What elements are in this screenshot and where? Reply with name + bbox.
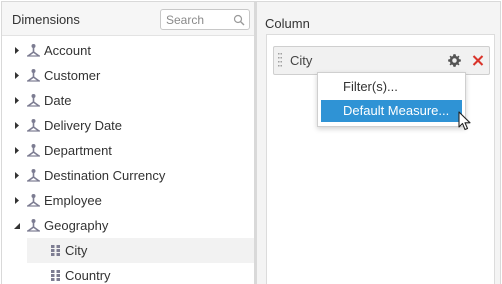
search-input[interactable] xyxy=(166,12,232,28)
pill-context-menu: Filter(s)... Default Measure... xyxy=(317,72,466,127)
tree-item-geography[interactable]: Geography xyxy=(2,213,254,238)
column-field-pill[interactable]: City xyxy=(273,46,490,75)
search-box[interactable] xyxy=(160,9,250,30)
tree-item-delivery-date[interactable]: Delivery Date xyxy=(2,113,254,138)
tree-item-label: City xyxy=(65,243,88,258)
grid-member-icon xyxy=(51,245,60,256)
tree-item-account[interactable]: Account xyxy=(2,38,254,63)
tree-item-label: Account xyxy=(44,43,91,58)
tree-item-department[interactable]: Department xyxy=(2,138,254,163)
expand-arrow-icon[interactable] xyxy=(13,146,21,155)
dimension-hierarchy-icon xyxy=(27,144,40,157)
tree-item-label: Geography xyxy=(44,218,109,233)
dimension-hierarchy-icon xyxy=(27,44,40,57)
tree-item-label: Date xyxy=(44,93,72,108)
tree-item-label: Country xyxy=(65,268,111,283)
dimension-hierarchy-icon xyxy=(27,219,40,232)
tree-item-date[interactable]: Date xyxy=(2,88,254,113)
menu-item-default-measure[interactable]: Default Measure... xyxy=(321,100,462,122)
tree-item-employee[interactable]: Employee xyxy=(2,188,254,213)
dimensions-header: Dimensions xyxy=(2,2,254,36)
expand-arrow-icon[interactable] xyxy=(13,171,21,180)
panel-title: Dimensions xyxy=(12,12,80,27)
pill-label: City xyxy=(290,53,313,68)
grid-member-icon xyxy=(51,270,60,281)
dimension-tree: Account Customer Date Delivery Date Depa… xyxy=(2,38,254,284)
dimension-hierarchy-icon xyxy=(27,94,40,107)
tree-item-customer[interactable]: Customer xyxy=(2,63,254,88)
expand-arrow-icon[interactable] xyxy=(13,46,21,55)
dimension-hierarchy-icon xyxy=(27,119,40,132)
collapse-arrow-icon[interactable] xyxy=(13,221,21,230)
menu-item-filters[interactable]: Filter(s)... xyxy=(321,76,462,98)
gear-icon[interactable] xyxy=(447,53,462,68)
tree-item-label: Employee xyxy=(44,193,102,208)
tree-item-country[interactable]: Country xyxy=(2,263,254,284)
tree-item-label: Destination Currency xyxy=(44,168,166,183)
mouse-pointer-icon xyxy=(458,111,471,131)
tree-item-label: Customer xyxy=(44,68,101,83)
expand-arrow-icon[interactable] xyxy=(13,96,21,105)
tree-item-city[interactable]: City xyxy=(27,238,254,263)
tree-item-label: Delivery Date xyxy=(44,118,123,133)
expand-arrow-icon[interactable] xyxy=(13,71,21,80)
tree-item-label: Department xyxy=(44,143,112,158)
search-icon[interactable] xyxy=(233,14,245,26)
expand-arrow-icon[interactable] xyxy=(13,196,21,205)
drag-grip-icon[interactable] xyxy=(277,52,283,69)
expand-arrow-icon[interactable] xyxy=(13,121,21,130)
column-panel: Column City xyxy=(257,1,501,284)
dimension-hierarchy-icon xyxy=(27,194,40,207)
close-icon[interactable] xyxy=(471,53,485,68)
dimensions-panel: Dimensions Account Customer Date xyxy=(1,1,255,284)
tree-item-destination-currency[interactable]: Destination Currency xyxy=(2,163,254,188)
column-title: Column xyxy=(265,16,310,31)
dimension-hierarchy-icon xyxy=(27,169,40,182)
dimension-hierarchy-icon xyxy=(27,69,40,82)
